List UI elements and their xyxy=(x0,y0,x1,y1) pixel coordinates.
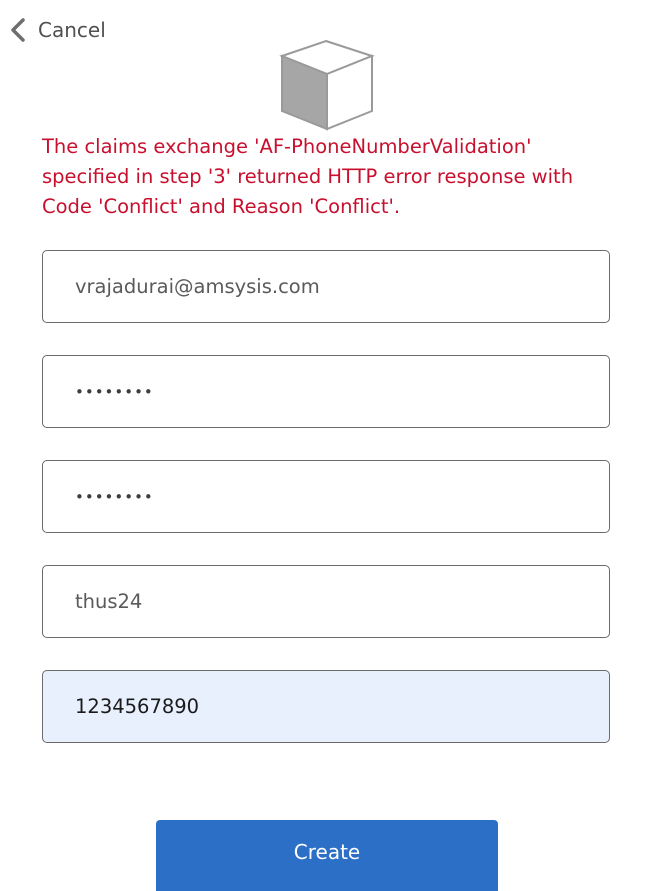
confirm-password-input[interactable] xyxy=(43,461,609,532)
password-field[interactable] xyxy=(42,355,610,428)
username-input[interactable] xyxy=(43,566,609,637)
create-button[interactable]: Create xyxy=(156,820,498,891)
cancel-label: Cancel xyxy=(38,18,106,42)
cube-logo-icon xyxy=(279,38,375,132)
email-input[interactable] xyxy=(43,251,609,322)
confirm-password-field[interactable] xyxy=(42,460,610,533)
password-input[interactable] xyxy=(43,356,609,427)
email-field[interactable] xyxy=(42,250,610,323)
chevron-left-icon xyxy=(8,17,28,43)
cancel-link[interactable]: Cancel xyxy=(8,17,106,43)
phone-field[interactable] xyxy=(42,670,610,743)
error-message: The claims exchange 'AF-PhoneNumberValid… xyxy=(42,135,574,218)
phone-input[interactable] xyxy=(43,671,609,742)
username-field[interactable] xyxy=(42,565,610,638)
signup-page: Cancel The claims exchange 'AF-PhoneNumb… xyxy=(0,0,658,891)
